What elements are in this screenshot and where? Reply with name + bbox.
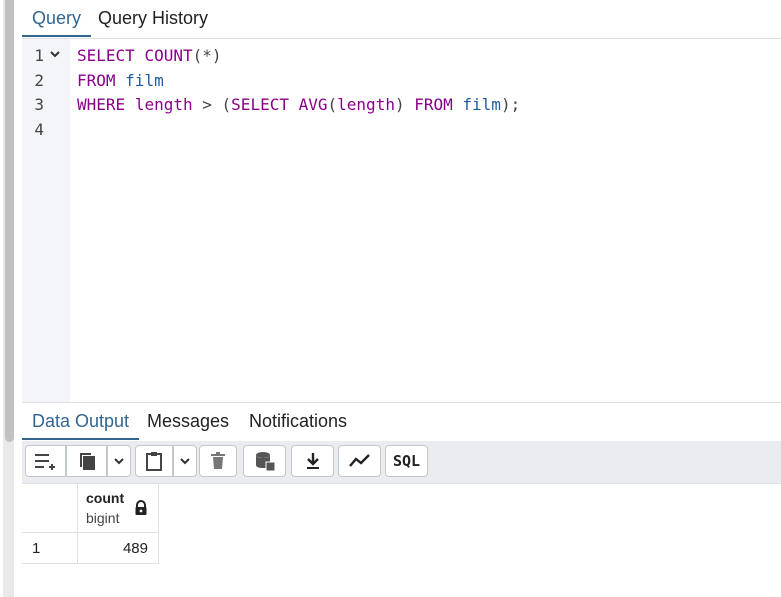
query-tool: Query Query History 1 2 3 4 SELECT COUNT… — [22, 0, 781, 597]
tab-notifications[interactable]: Notifications — [239, 403, 357, 440]
column-name: count — [86, 490, 125, 506]
grid-corner-cell[interactable] — [22, 483, 78, 533]
table-name: film — [462, 95, 501, 114]
fold-chevron-icon[interactable] — [49, 48, 61, 63]
download-icon — [303, 451, 323, 471]
copy-button[interactable] — [66, 445, 107, 477]
tab-data-output[interactable]: Data Output — [22, 403, 140, 440]
editor-tabs: Query Query History — [22, 0, 781, 39]
delete-button[interactable] — [199, 445, 237, 477]
paste-icon — [144, 450, 164, 472]
row-number: 1 — [32, 540, 41, 557]
keyword: SELECT — [231, 95, 289, 114]
punctuation: ( — [221, 95, 232, 114]
paste-options-dropdown[interactable] — [173, 445, 197, 477]
function-name: COUNT — [144, 46, 193, 65]
copy-icon — [76, 450, 98, 472]
code-line-3: WHERE length > (SELECT AVG(length) FROM … — [77, 95, 520, 114]
punctuation: ( — [327, 95, 338, 114]
keyword: SELECT — [77, 46, 135, 65]
keyword: WHERE — [77, 95, 126, 114]
punctuation: (*) — [192, 46, 222, 65]
sql-icon: SQL — [392, 452, 421, 470]
code-line-2: FROM film — [77, 71, 164, 90]
column-header-count[interactable]: count bigint — [78, 483, 159, 533]
copy-options-dropdown[interactable] — [107, 445, 131, 477]
column-name: length — [134, 95, 193, 114]
delete-icon — [209, 451, 227, 471]
line-number: 1 — [34, 46, 44, 65]
left-panel-strip — [0, 0, 22, 597]
line-number: 3 — [34, 95, 44, 114]
table-name: film — [125, 71, 164, 90]
code-line-1: SELECT COUNT(*) — [77, 46, 222, 65]
lock-icon — [134, 500, 148, 520]
sql-editor[interactable]: 1 2 3 4 SELECT COUNT(*) FROM film WHERE … — [22, 39, 781, 402]
graph-icon — [348, 451, 372, 471]
column-name: length — [337, 95, 395, 114]
download-button[interactable] — [291, 445, 334, 477]
save-data-icon — [254, 450, 276, 472]
chevron-down-icon — [179, 455, 191, 467]
add-row-icon — [33, 451, 59, 471]
row-number-cell[interactable]: 1 — [22, 533, 78, 564]
paste-button[interactable] — [135, 445, 173, 477]
operator: > — [202, 95, 212, 114]
graph-visualiser-button[interactable] — [338, 445, 381, 477]
cell-value: 489 — [122, 540, 148, 557]
data-output-toolbar: SQL — [22, 441, 781, 484]
sql-button[interactable]: SQL — [385, 445, 428, 477]
tab-query[interactable]: Query — [22, 0, 92, 37]
scrollbar-thumb[interactable] — [5, 0, 14, 442]
keyword: FROM — [77, 71, 116, 90]
line-number: 4 — [34, 120, 44, 139]
column-type: bigint — [86, 510, 120, 526]
result-cell[interactable]: 489 — [78, 533, 159, 564]
output-tabs: Data Output Messages Notifications — [22, 402, 781, 442]
tab-messages[interactable]: Messages — [137, 403, 239, 440]
chevron-down-icon — [113, 455, 125, 467]
keyword: FROM — [414, 95, 453, 114]
line-number: 2 — [34, 71, 44, 90]
punctuation: ) — [394, 95, 405, 114]
add-row-button[interactable] — [25, 445, 66, 477]
tab-query-history[interactable]: Query History — [88, 0, 218, 37]
punctuation: ); — [500, 95, 521, 114]
line-gutter — [22, 39, 70, 402]
function-name: AVG — [298, 95, 328, 114]
save-data-button[interactable] — [243, 445, 286, 477]
